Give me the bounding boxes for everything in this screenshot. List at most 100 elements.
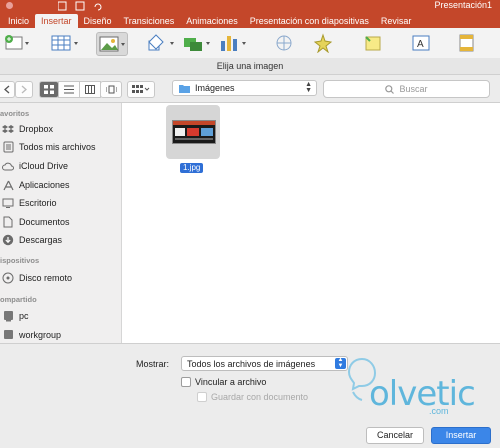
- ribbon-tabs: Inicio Insertar Diseño Transiciones Anim…: [0, 12, 500, 28]
- insert-button[interactable]: Insertar: [431, 427, 491, 444]
- text-box-button[interactable]: A: [410, 32, 432, 54]
- checkbox-label: Vincular a archivo: [195, 377, 267, 387]
- smartart-button[interactable]: [182, 32, 212, 54]
- smartart-icon: [184, 38, 210, 51]
- sidebar-item-desktop[interactable]: Escritorio: [2, 196, 57, 210]
- search-field[interactable]: Buscar: [323, 80, 490, 98]
- sidebar-item-label: workgroup: [19, 330, 62, 340]
- sidebar-item-label: pc: [19, 311, 29, 321]
- new-slide-icon: [5, 35, 29, 50]
- coverflow-view-icon: [105, 85, 117, 94]
- sidebar-item-downloads[interactable]: Descargas: [2, 233, 62, 247]
- file-browser: 1.jpg: [122, 103, 500, 343]
- sidebar-item-label: Documentos: [19, 217, 70, 227]
- sidebar-item-all-files[interactable]: Todos mis archivos: [2, 140, 96, 154]
- search-icon: [385, 84, 395, 94]
- shapes-button[interactable]: [146, 32, 176, 54]
- sidebar-item-label: Dropbox: [19, 124, 54, 134]
- picture-icon: [99, 36, 125, 52]
- documents-icon: [2, 216, 14, 228]
- cancel-button[interactable]: Cancelar: [366, 427, 424, 444]
- chart-button[interactable]: [218, 32, 248, 54]
- shared-header: ompartido: [0, 295, 37, 304]
- new-slide-button[interactable]: [4, 32, 30, 54]
- header-footer-icon: [459, 34, 474, 52]
- picture-button[interactable]: [96, 32, 128, 56]
- disc-icon: [2, 272, 14, 284]
- action-icon: [313, 33, 333, 53]
- coverflow-view-button[interactable]: [100, 81, 122, 98]
- sidebar-item-remote-disc[interactable]: Disco remoto: [2, 271, 72, 285]
- hyperlink-icon: [276, 35, 292, 51]
- dialog-options: Mostrar: Todos los archivos de imágenes …: [0, 343, 500, 448]
- document-title: Presentación1: [434, 0, 492, 10]
- sidebar-item-workgroup[interactable]: workgroup: [2, 328, 61, 342]
- back-button[interactable]: [0, 81, 15, 98]
- search-placeholder: Buscar: [399, 84, 428, 94]
- column-view-button[interactable]: [79, 81, 101, 98]
- updown-arrows-icon: ▲ ▼: [305, 81, 312, 94]
- sidebar-item-documents[interactable]: Documentos: [2, 215, 70, 229]
- tab-animaciones[interactable]: Animaciones: [180, 14, 244, 28]
- table-icon: [51, 35, 78, 51]
- image-thumbnail: [172, 120, 216, 144]
- devices-header: ispositivos: [0, 256, 40, 265]
- sidebar-item-label: Todos mis archivos: [19, 142, 96, 152]
- tab-insertar[interactable]: Insertar: [35, 14, 78, 28]
- chart-icon: [221, 36, 246, 51]
- list-view-button[interactable]: [58, 81, 80, 98]
- tab-presentacion[interactable]: Presentación con diapositivas: [244, 14, 375, 28]
- close-window-icon[interactable]: [6, 2, 13, 9]
- sidebar-item-label: Disco remoto: [19, 273, 73, 283]
- link-to-file-checkbox[interactable]: Vincular a archivo: [181, 377, 266, 387]
- checkbox-box: [197, 392, 207, 402]
- header-footer-button[interactable]: [456, 32, 478, 54]
- computer-icon: [2, 310, 14, 322]
- table-button[interactable]: [50, 32, 80, 54]
- hyperlink-button[interactable]: [274, 32, 296, 54]
- file-item-selected[interactable]: [166, 105, 220, 159]
- forward-button[interactable]: [15, 81, 33, 98]
- sidebar-item-label: Escritorio: [19, 198, 57, 208]
- shapes-icon: [148, 34, 174, 51]
- downloads-icon: [2, 234, 14, 246]
- location-popup[interactable]: Imágenes ▲ ▼: [172, 80, 317, 96]
- icon-view-button[interactable]: [39, 81, 59, 98]
- comment-button[interactable]: [362, 32, 384, 54]
- svg-text:A: A: [417, 39, 424, 50]
- desktop-icon: [2, 197, 14, 209]
- tab-inicio[interactable]: Inicio: [2, 14, 35, 28]
- text-box-icon: A: [412, 35, 430, 51]
- solvetic-watermark: olvetic .com: [345, 352, 495, 416]
- tab-revisar[interactable]: Revisar: [375, 14, 418, 28]
- chevron-left-icon: [4, 85, 10, 94]
- watermark-text: olvetic: [369, 374, 476, 414]
- sidebar-item-pc[interactable]: pc: [2, 309, 29, 323]
- favorites-header: avoritos: [0, 109, 30, 118]
- location-label: Imágenes: [195, 83, 235, 93]
- dialog-title: Elija una imagen: [0, 58, 500, 75]
- sidebar-item-dropbox[interactable]: Dropbox: [2, 122, 53, 136]
- tab-transiciones[interactable]: Transiciones: [118, 14, 181, 28]
- sidebar-item-icloud[interactable]: iCloud Drive: [2, 159, 68, 173]
- comment-icon: [365, 36, 381, 51]
- tab-diseno[interactable]: Diseño: [78, 14, 118, 28]
- grid-view-icon: [44, 85, 54, 94]
- dialog-toolbar: Imágenes ▲ ▼ Buscar: [0, 75, 500, 103]
- arrange-button[interactable]: [127, 81, 155, 98]
- sidebar-item-label: Descargas: [19, 235, 63, 245]
- file-name-label[interactable]: 1.jpg: [180, 163, 204, 173]
- show-filter-select[interactable]: Todos los archivos de imágenes ▲ ▼: [181, 356, 348, 371]
- folder-icon: [179, 84, 190, 93]
- action-button[interactable]: [312, 32, 334, 54]
- watermark-sub: .com: [429, 406, 449, 416]
- chevron-right-icon: [21, 85, 27, 94]
- quick-access-icons[interactable]: [58, 1, 118, 11]
- sidebar-item-applications[interactable]: Aplicaciones: [2, 178, 70, 192]
- checkbox-label: Guardar con documento: [211, 392, 309, 402]
- checkbox-box[interactable]: [181, 377, 191, 387]
- list-view-icon: [64, 85, 74, 94]
- column-view-icon: [85, 85, 95, 94]
- show-label: Mostrar:: [136, 359, 170, 369]
- choose-picture-dialog: Elija una imagen Imágenes ▲ ▼ Buscar avo…: [0, 58, 500, 448]
